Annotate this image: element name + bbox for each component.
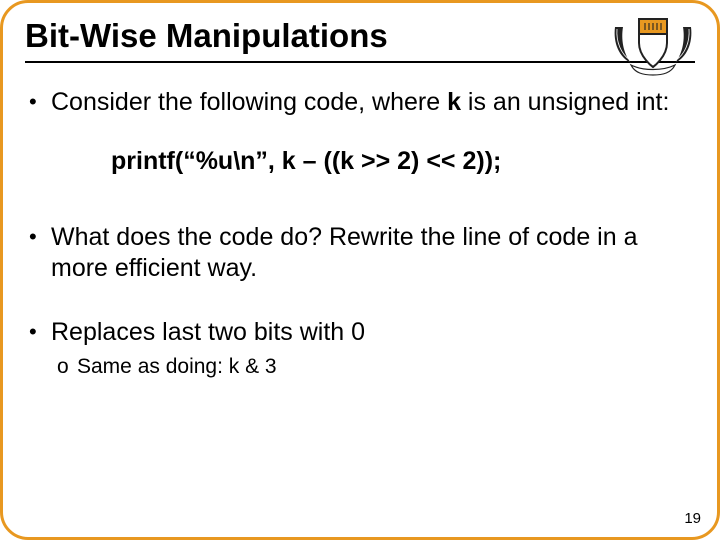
bullet-3: • Replaces last two bits with 0 — [29, 317, 691, 348]
bullet-2: • What does the code do? Rewrite the lin… — [29, 222, 691, 283]
bullet-dot-icon: • — [29, 317, 51, 348]
bullet-1: • Consider the following code, where k i… — [29, 87, 691, 118]
bullet-1-bold-k: k — [447, 88, 461, 116]
page-number: 19 — [684, 510, 701, 527]
sub-bullet-circle-icon: o — [57, 354, 77, 380]
sub-bullet-1: o Same as doing: k & 3 — [57, 354, 691, 380]
bullet-1-text: Consider the following code, where k is … — [51, 87, 691, 118]
slide-body: • Consider the following code, where k i… — [3, 69, 717, 379]
bullet-3-text: Replaces last two bits with 0 — [51, 317, 691, 348]
bullet-2-text: What does the code do? Rewrite the line … — [51, 222, 691, 283]
title-underline — [25, 61, 695, 63]
bullet-dot-icon: • — [29, 87, 51, 118]
bullet-1-post: is an unsigned int: — [461, 88, 669, 116]
slide-frame: Bit-Wise Manipulations • Cons — [0, 0, 720, 540]
princeton-shield-logo — [609, 9, 697, 79]
bullet-dot-icon: • — [29, 222, 51, 283]
sub-bullet-1-text: Same as doing: k & 3 — [77, 354, 277, 380]
slide-header: Bit-Wise Manipulations — [3, 3, 717, 69]
code-line: printf(“%u\n”, k – ((k >> 2) << 2)); — [111, 146, 691, 177]
bullet-1-pre: Consider the following code, where — [51, 88, 447, 116]
slide-title: Bit-Wise Manipulations — [25, 17, 695, 55]
